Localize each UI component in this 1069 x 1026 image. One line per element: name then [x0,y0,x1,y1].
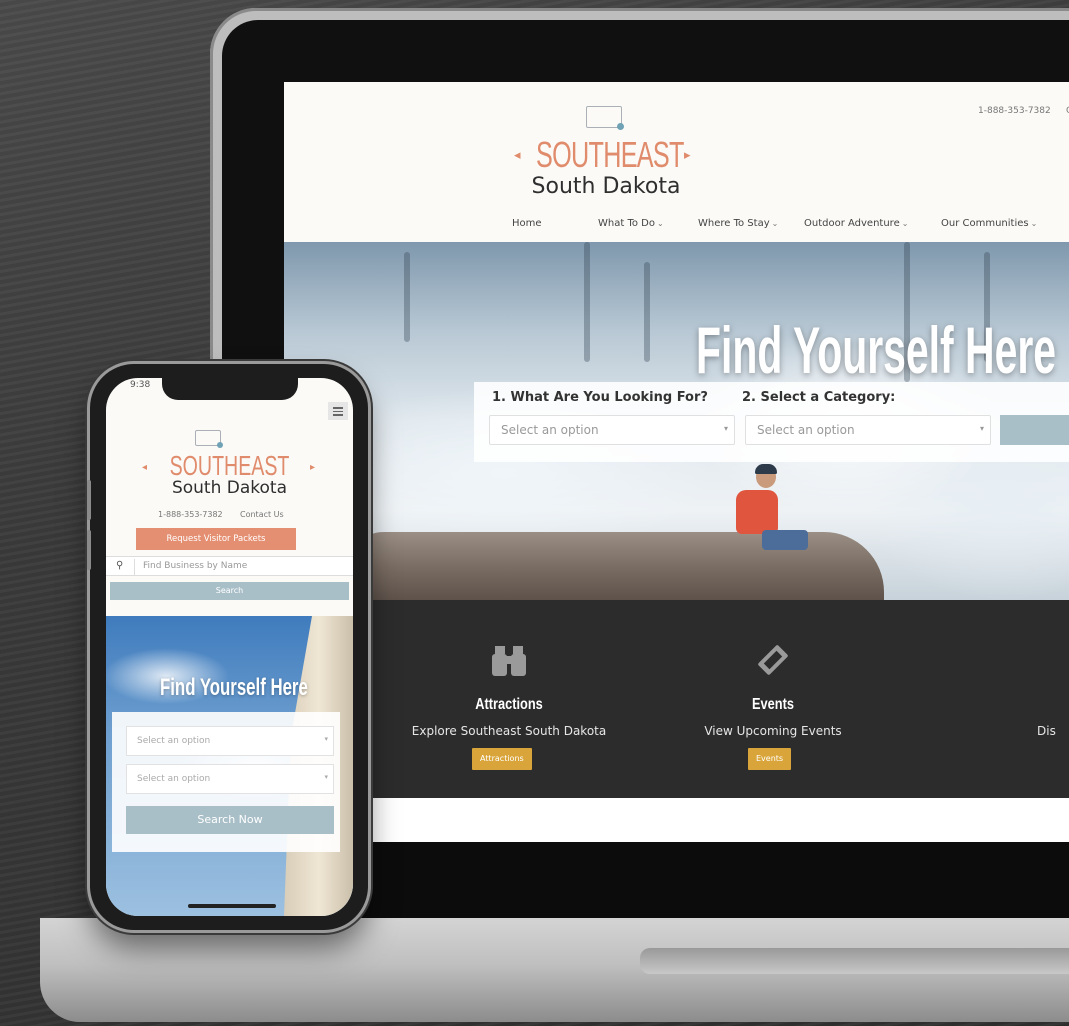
mobile-contact-link[interactable]: Contact Us [240,510,284,519]
select-value: Select an option [757,423,855,437]
feature-subtitle: View Upcoming Events [704,724,842,738]
ticket-icon [758,645,788,675]
mobile-category-select[interactable]: Select an option ▾ [126,764,334,794]
nav-item-label: Our Communities [941,218,1029,229]
person-image [736,490,778,534]
step1-label: 1. What Are You Looking For? [492,390,708,405]
mobile-looking-for-select[interactable]: Select an option ▾ [126,726,334,756]
waterfall-streak [644,262,650,362]
select-value: Select an option [137,736,211,746]
looking-for-select[interactable]: Select an option ▾ [489,415,735,445]
feature-subtitle: Explore Southeast South Dakota [411,724,607,738]
mobile-logo-south-dakota[interactable]: South Dakota [106,478,353,498]
logo-southeast-text: SOUTHEAST [536,134,684,175]
hamburger-menu-button[interactable] [328,402,348,420]
south-dakota-map-icon [195,430,223,448]
nav-item-label: Outdoor Adventure [804,218,900,229]
phone-volume-button [87,530,91,570]
nav-item-label: What To Do [598,218,655,229]
person-cap [755,464,777,474]
chevron-down-icon: ⌄ [1030,219,1038,228]
events-button[interactable]: Events [748,748,792,770]
site-header: ◂ SOUTHEAST ▸ South Dakota 1-888-353-738… [284,82,1069,242]
select-value: Select an option [137,774,211,784]
mobile-search-button[interactable]: Search [110,582,349,600]
laptop-keyboard [270,842,1069,920]
south-dakota-map-icon [586,106,624,130]
laptop-screen: ◂ SOUTHEAST ▸ South Dakota 1-888-353-738… [284,82,1069,842]
phone-screen: 9:38 ◂ SOUTHEAST ▸ South Dakota 1-888-35… [106,378,353,916]
caret-down-icon: ▾ [979,424,984,433]
attractions-button[interactable]: Attractions [472,748,532,770]
mobile-search-panel: Select an option ▾ Select an option ▾ Se… [112,712,340,852]
caret-down-icon: ▾ [324,773,328,781]
business-search-bar: ⚲ Find Business by Name [106,556,353,576]
chevron-down-icon: ⌄ [901,219,909,228]
phone-notch [162,378,298,400]
search-button[interactable] [1000,415,1069,445]
waterfall-streak [584,242,590,362]
hamburger-line [333,410,343,412]
search-placeholder: Find Business by Name [143,561,248,571]
mobile-hero-title: Find Yourself Here [160,674,308,701]
nav-item-our-communities[interactable]: Our Communities ⌄ [941,218,1037,229]
request-visitor-packets-button[interactable]: Request Visitor Packets [136,528,296,550]
nav-item-outdoor-adventure[interactable]: Outdoor Adventure ⌄ [804,218,908,229]
hero-title: Find Yourself Here [696,313,1057,387]
hamburger-line [333,414,343,416]
chevron-right-icon: ▸ [310,462,316,473]
feature-title: Attractions [475,696,543,713]
chevron-right-icon: ▸ [684,148,691,163]
caret-down-icon: ▾ [723,424,728,433]
main-nav: Home What To Do ⌄ Where To Stay ⌄ Outdoor … [284,212,1069,236]
logo-south-dakota-text: South Dakota [531,174,681,199]
status-time: 9:38 [130,380,151,390]
binoculars-icon [492,646,526,676]
chevron-down-icon: ⌄ [771,219,779,228]
chevron-down-icon: ⌄ [656,219,664,228]
category-select[interactable]: Select an option ▾ [745,415,991,445]
nav-item-home[interactable]: Home [512,218,542,229]
search-panel: 1. What Are You Looking For? 2. Select a… [474,382,1069,462]
mobile-hero: Find Yourself Here Select an option ▾ Se… [106,616,353,916]
select-value: Select an option [501,423,599,437]
caret-down-icon: ▾ [324,735,328,743]
phone-volume-button [87,480,91,520]
search-now-button[interactable]: Search Now [126,806,334,834]
hero-banner: Find Yourself Here 1. What Are You Looki… [284,242,1069,600]
feature-title: Events [752,696,794,713]
step2-label: 2. Select a Category: [742,390,896,405]
nav-item-where-to-stay[interactable]: Where To Stay ⌄ [698,218,778,229]
feature-subtitle: Dis [1037,724,1056,738]
waterfall-streak [404,252,410,342]
home-indicator [188,904,276,908]
content-strip [369,798,1069,842]
laptop-trackpad-groove [640,948,1069,974]
chevron-left-icon: ◂ [514,148,521,163]
hamburger-line [333,407,343,409]
person-shorts [762,530,808,550]
nav-item-label: Home [512,218,542,229]
nav-item-what-to-do[interactable]: What To Do ⌄ [598,218,664,229]
nav-item-label: Where To Stay [698,218,770,229]
features-section: Attractions Explore Southeast South Dako… [369,600,1069,798]
search-icon: ⚲ [116,560,124,571]
mobile-phone-link[interactable]: 1-888-353-7382 [158,510,223,519]
business-search-input[interactable]: Find Business by Name [134,559,352,575]
header-phone-link[interactable]: 1-888-353-7382 [978,106,1051,116]
